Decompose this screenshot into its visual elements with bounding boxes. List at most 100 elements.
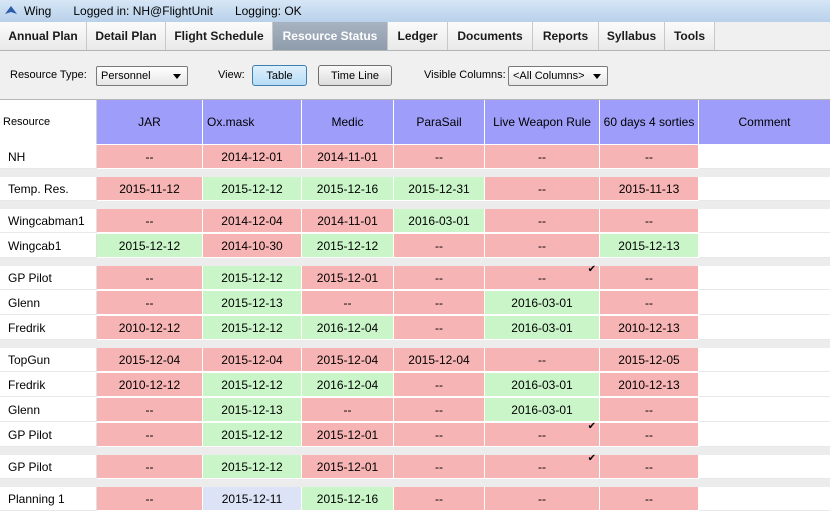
status-cell[interactable]: -- [394,398,485,422]
table-view-button[interactable]: Table [252,65,307,86]
status-cell[interactable]: 2015-12-01 [302,455,394,479]
timeline-view-button[interactable]: Time Line [318,65,392,86]
resource-name[interactable]: GP Pilot [0,455,97,479]
status-cell[interactable]: 2015-12-01 [302,423,394,447]
status-cell[interactable]: 2015-12-12 [203,177,302,201]
status-cell[interactable]: -- [600,209,699,233]
status-cell[interactable]: -- [485,209,600,233]
comment-cell[interactable] [699,177,830,201]
status-cell[interactable]: -- [600,291,699,315]
status-cell[interactable]: 2015-11-12 [97,177,203,201]
resource-name[interactable]: TopGun [0,348,97,372]
status-cell[interactable]: -- [394,316,485,340]
status-cell[interactable]: 2015-12-12 [203,455,302,479]
status-cell[interactable]: 2015-12-12 [203,423,302,447]
status-cell[interactable]: 2010-12-12 [97,316,203,340]
status-cell[interactable]: -- [600,398,699,422]
status-cell[interactable]: -- [394,234,485,258]
column-header-medic[interactable]: Medic [302,100,394,144]
tab-resource-status[interactable]: Resource Status [273,22,388,50]
status-cell[interactable]: -- [97,423,203,447]
status-cell[interactable]: 2015-12-12 [203,373,302,397]
status-cell[interactable]: 2016-03-01 [485,291,600,315]
status-cell[interactable]: 2015-12-12 [97,234,203,258]
status-cell[interactable]: 2015-12-05 [600,348,699,372]
column-header-parasail[interactable]: ParaSail [394,100,485,144]
column-header-live-weapon-rule[interactable]: Live Weapon Rule [485,100,600,144]
table-row[interactable]: NH -- 2014-12-01 2014-11-01 -- -- -- [0,145,830,169]
column-header-jar[interactable]: JAR [97,100,203,144]
comment-cell[interactable] [699,209,830,233]
status-cell[interactable]: -- [302,291,394,315]
status-cell[interactable]: 2015-12-04 [302,348,394,372]
status-cell[interactable]: 2015-12-31 [394,177,485,201]
table-row[interactable]: Wingcab1 2015-12-12 2014-10-30 2015-12-12 --… [0,234,830,258]
status-cell[interactable]: 2016-12-04 [302,316,394,340]
comment-cell[interactable] [699,291,830,315]
status-cell[interactable]: 2015-12-11 [203,487,302,511]
visible-columns-select[interactable]: <All Columns> [508,66,608,86]
status-cell[interactable]: 2014-12-04 [203,209,302,233]
resource-type-select[interactable]: Personnel [96,66,188,86]
status-cell[interactable]: -- [97,487,203,511]
table-row[interactable]: Wingcabman1 -- 2014-12-04 2014-11-01 2016-03… [0,209,830,233]
resource-name[interactable]: Fredrik [0,373,97,397]
table-row[interactable]: GP Pilot -- 2015-12-12 2015-12-01 -- -- ✔ -- [0,265,830,290]
tab-annual-plan[interactable]: Annual Plan [0,22,87,50]
status-cell[interactable]: -- [394,487,485,511]
status-cell[interactable]: 2015-12-12 [302,234,394,258]
resource-name[interactable]: Temp. Res. [0,177,97,201]
resource-name[interactable]: Wingcabman1 [0,209,97,233]
status-cell[interactable]: -- [394,373,485,397]
tab-tools[interactable]: Tools [665,22,715,50]
status-cell[interactable]: 2015-12-04 [203,348,302,372]
status-cell[interactable]: -- [485,177,600,201]
comment-cell[interactable] [699,348,830,372]
comment-cell[interactable] [699,455,830,479]
table-row[interactable]: TopGun 2015-12-04 2015-12-04 2015-12-04 2015… [0,348,830,372]
status-cell[interactable]: 2015-12-13 [203,291,302,315]
tab-reports[interactable]: Reports [533,22,599,50]
status-cell[interactable]: -- [394,455,485,479]
status-cell[interactable]: -- [97,455,203,479]
status-cell[interactable]: -- [97,266,203,290]
resource-name[interactable]: GP Pilot [0,266,97,290]
table-row[interactable]: GP Pilot -- 2015-12-12 2015-12-01 -- -- ✔ -- [0,422,830,447]
table-row[interactable]: Glenn -- 2015-12-13 -- -- 2016-03-01 -- [0,291,830,315]
status-cell[interactable]: -- [600,487,699,511]
status-cell[interactable]: 2014-12-01 [203,145,302,169]
column-header-resource[interactable]: Resource [0,100,97,144]
status-cell[interactable]: 2015-12-16 [302,177,394,201]
resource-name[interactable]: Glenn [0,291,97,315]
status-cell[interactable]: 2015-12-16 [302,487,394,511]
table-row[interactable]: Fredrik 2010-12-12 2015-12-12 2016-12-04 -- 2… [0,373,830,397]
status-cell[interactable]: -- ✔ [485,454,600,479]
column-header-60-days[interactable]: 60 days 4 sorties [600,100,699,144]
status-cell[interactable]: 2015-12-12 [203,316,302,340]
column-header-comment[interactable]: Comment [699,100,830,144]
status-cell[interactable]: 2016-12-04 [302,373,394,397]
comment-cell[interactable] [699,487,830,511]
resource-name[interactable]: Wingcab1 [0,234,97,258]
comment-cell[interactable] [699,398,830,422]
status-cell[interactable]: -- [600,423,699,447]
status-cell[interactable]: -- [394,423,485,447]
column-header-oxmask[interactable]: Ox.mask [203,100,302,144]
tab-syllabus[interactable]: Syllabus [599,22,665,50]
status-cell[interactable]: -- [302,398,394,422]
tab-documents[interactable]: Documents [448,22,533,50]
status-cell[interactable]: -- [394,145,485,169]
status-cell[interactable]: -- [97,398,203,422]
status-cell[interactable]: -- [600,266,699,290]
table-row[interactable]: Planning 1 -- 2015-12-11 2015-12-16 -- -- -- [0,487,830,511]
status-cell[interactable]: -- [600,145,699,169]
status-cell[interactable]: 2015-12-13 [203,398,302,422]
table-row[interactable]: Fredrik 2010-12-12 2015-12-12 2016-12-04 -- 2… [0,316,830,340]
status-cell[interactable]: -- ✔ [485,265,600,290]
status-cell[interactable]: 2010-12-12 [97,373,203,397]
status-cell[interactable]: -- ✔ [485,422,600,447]
table-row[interactable]: Glenn -- 2015-12-13 -- -- 2016-03-01 -- [0,398,830,422]
status-cell[interactable]: -- [485,145,600,169]
status-cell[interactable]: 2010-12-13 [600,316,699,340]
status-cell[interactable]: 2015-12-04 [394,348,485,372]
